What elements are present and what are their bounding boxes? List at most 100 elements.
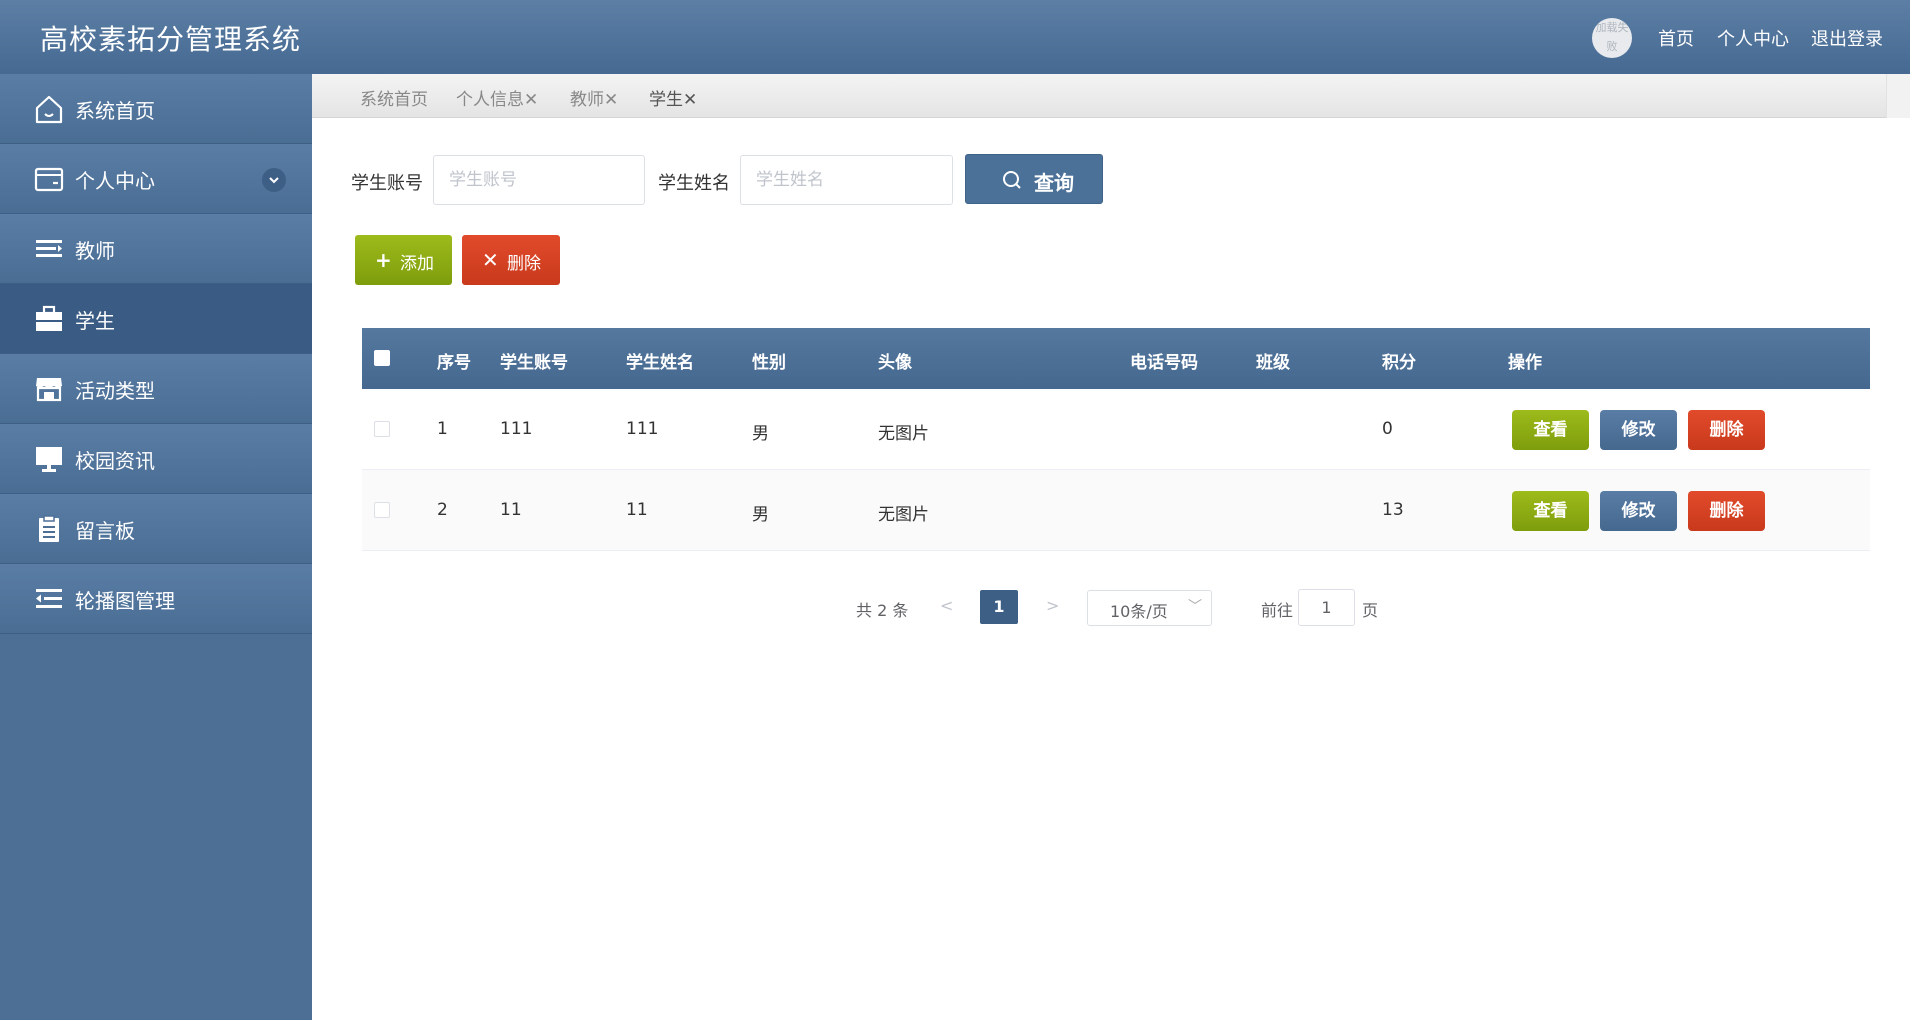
column-header: 学生账号 bbox=[500, 353, 568, 373]
header-link-logout[interactable]: 退出登录 bbox=[1811, 25, 1883, 51]
sidebar-item-campus-news[interactable]: 校园资讯 bbox=[0, 424, 312, 494]
name-search-input[interactable] bbox=[740, 155, 953, 205]
delete-button[interactable]: 删除 bbox=[1688, 410, 1765, 450]
sidebar-item-label: 校园资讯 bbox=[75, 449, 155, 473]
add-button[interactable]: + 添加 bbox=[355, 235, 452, 285]
chevron-down-icon: ﹀ bbox=[1188, 599, 1202, 615]
query-button[interactable]: 查询 bbox=[965, 154, 1103, 204]
sidebar-item-label: 活动类型 bbox=[75, 379, 155, 403]
sidebar-item-label: 学生 bbox=[75, 309, 115, 333]
delete-button[interactable]: 删除 bbox=[1688, 491, 1765, 531]
home-icon bbox=[35, 95, 63, 124]
cell-index: 2 bbox=[437, 500, 448, 520]
close-icon: ✕ bbox=[482, 248, 499, 272]
close-icon[interactable]: ✕ bbox=[524, 90, 538, 110]
goto-label: 前往 bbox=[1261, 601, 1294, 620]
column-header: 班级 bbox=[1256, 353, 1290, 373]
sidebar-item-student[interactable]: 学生 bbox=[0, 284, 312, 354]
select-all-checkbox[interactable] bbox=[374, 350, 390, 366]
cell-gender: 男 bbox=[752, 424, 769, 444]
column-header: 头像 bbox=[878, 353, 912, 373]
page-unit-label: 页 bbox=[1362, 601, 1379, 620]
column-header: 电话号码 bbox=[1130, 353, 1198, 373]
cell-avatar: 无图片 bbox=[878, 505, 929, 525]
list-icon bbox=[36, 240, 62, 257]
shop-icon bbox=[36, 378, 62, 402]
add-button-label: 添加 bbox=[400, 254, 434, 274]
app-title: 高校素拓分管理系统 bbox=[40, 23, 302, 56]
name-search-label: 学生姓名 bbox=[658, 173, 730, 194]
batch-delete-button[interactable]: ✕ 删除 bbox=[462, 235, 560, 285]
cell-gender: 男 bbox=[752, 505, 769, 525]
page-size-value: 10条/页 bbox=[1110, 602, 1168, 621]
column-header: 学生姓名 bbox=[626, 353, 694, 373]
sidebar: 系统首页 个人中心 教师 学生 活动类型 校园资讯 留言板 轮播图管理 bbox=[0, 74, 312, 1020]
tab-personal-info[interactable]: 个人信息✕ bbox=[456, 85, 538, 110]
sidebar-item-carousel[interactable]: 轮播图管理 bbox=[0, 564, 312, 634]
cell-index: 1 bbox=[437, 419, 448, 439]
close-icon[interactable]: ✕ bbox=[683, 90, 697, 110]
query-button-label: 查询 bbox=[1034, 171, 1074, 195]
view-button[interactable]: 查看 bbox=[1512, 410, 1589, 450]
current-page-button[interactable]: 1 bbox=[980, 590, 1018, 624]
tabs-scroll-handle[interactable] bbox=[1886, 74, 1910, 118]
edit-button[interactable]: 修改 bbox=[1600, 491, 1677, 531]
sidebar-item-activity-type[interactable]: 活动类型 bbox=[0, 354, 312, 424]
table-row: 2 11 11 男 无图片 13 查看 修改 删除 bbox=[362, 470, 1870, 551]
plus-icon: + bbox=[375, 248, 392, 272]
prev-page-icon[interactable]: < bbox=[940, 596, 953, 615]
cell-name: 111 bbox=[626, 419, 659, 439]
cell-avatar: 无图片 bbox=[878, 424, 929, 444]
table-header: 序号 学生账号 学生姓名 性别 头像 电话号码 班级 积分 操作 bbox=[362, 328, 1870, 389]
delete-button-label: 删除 bbox=[507, 254, 541, 274]
tab-label: 教师 bbox=[570, 90, 604, 110]
pagination-total: 共 2 条 bbox=[856, 601, 909, 620]
account-search-label: 学生账号 bbox=[351, 173, 423, 194]
cell-account: 11 bbox=[500, 500, 522, 520]
header-link-home[interactable]: 首页 bbox=[1658, 25, 1694, 51]
tab-student[interactable]: 学生✕ bbox=[649, 85, 697, 110]
close-icon[interactable]: ✕ bbox=[604, 90, 618, 110]
tabs-bar: 系统首页 个人信息✕ 教师✕ 学生✕ bbox=[312, 74, 1910, 118]
view-button[interactable]: 查看 bbox=[1512, 491, 1589, 531]
goto-page-input[interactable] bbox=[1298, 589, 1355, 626]
indent-icon bbox=[36, 589, 62, 608]
edit-button[interactable]: 修改 bbox=[1600, 410, 1677, 450]
tab-home[interactable]: 系统首页 bbox=[360, 85, 428, 110]
row-checkbox[interactable] bbox=[374, 502, 390, 518]
table-row: 1 111 111 男 无图片 0 查看 修改 删除 bbox=[362, 389, 1870, 470]
tab-label: 学生 bbox=[649, 90, 683, 110]
sidebar-item-label: 个人中心 bbox=[75, 169, 155, 193]
avatar[interactable]: 加载失败 bbox=[1592, 18, 1632, 58]
sidebar-item-label: 留言板 bbox=[75, 519, 135, 543]
monitor-icon bbox=[36, 447, 62, 472]
sidebar-item-label: 轮播图管理 bbox=[75, 589, 175, 613]
tab-label: 个人信息 bbox=[456, 90, 524, 110]
clipboard-icon bbox=[39, 515, 59, 542]
wallet-icon bbox=[34, 167, 64, 192]
column-header: 操作 bbox=[1508, 353, 1542, 373]
header-link-personal-center[interactable]: 个人中心 bbox=[1717, 25, 1789, 51]
sidebar-item-label: 系统首页 bbox=[75, 99, 155, 123]
sidebar-item-message-board[interactable]: 留言板 bbox=[0, 494, 312, 564]
cell-score: 13 bbox=[1382, 500, 1404, 520]
column-header: 积分 bbox=[1382, 353, 1416, 373]
column-header: 序号 bbox=[437, 353, 471, 373]
next-page-icon[interactable]: > bbox=[1046, 596, 1059, 615]
cell-name: 11 bbox=[626, 500, 648, 520]
sidebar-item-label: 教师 bbox=[75, 239, 115, 263]
student-table: 序号 学生账号 学生姓名 性别 头像 电话号码 班级 积分 操作 1 111 1… bbox=[362, 328, 1870, 551]
sidebar-item-personal-center[interactable]: 个人中心 bbox=[0, 144, 312, 214]
briefcase-icon bbox=[36, 305, 62, 331]
search-icon bbox=[1003, 171, 1021, 189]
page-size-select[interactable]: 10条/页 ﹀ bbox=[1087, 590, 1212, 626]
cell-account: 111 bbox=[500, 419, 533, 439]
row-checkbox[interactable] bbox=[374, 421, 390, 437]
account-search-input[interactable] bbox=[433, 155, 645, 205]
column-header: 性别 bbox=[752, 353, 786, 373]
top-header: 高校素拓分管理系统 加载失败 首页 个人中心 退出登录 bbox=[0, 0, 1910, 74]
sidebar-item-teacher[interactable]: 教师 bbox=[0, 214, 312, 284]
tab-teacher[interactable]: 教师✕ bbox=[570, 85, 618, 110]
chevron-down-icon[interactable] bbox=[262, 168, 286, 192]
sidebar-item-home[interactable]: 系统首页 bbox=[0, 74, 312, 144]
